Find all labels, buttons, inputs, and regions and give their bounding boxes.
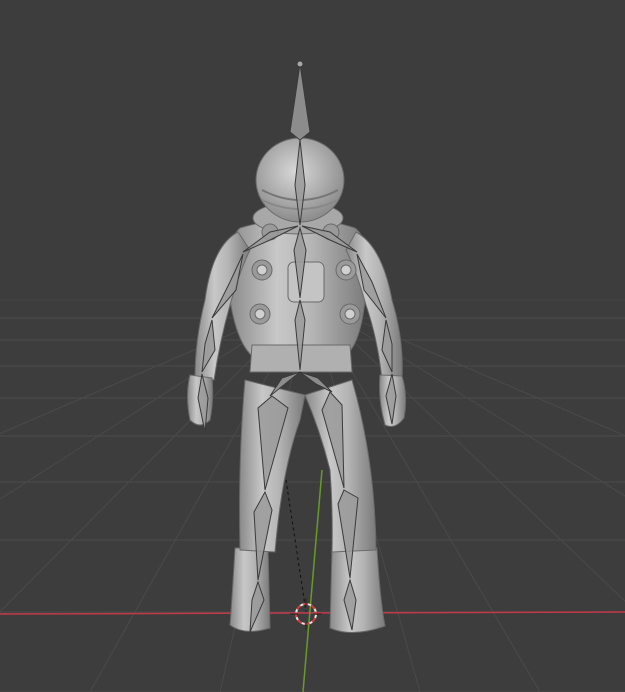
- astronaut-model-icon[interactable]: [187, 137, 407, 633]
- 3d-viewport[interactable]: [0, 0, 625, 692]
- viewport-canvas[interactable]: [0, 0, 625, 692]
- 3d-cursor-icon[interactable]: [290, 598, 322, 630]
- parent-relation-line: [285, 479, 307, 613]
- y-axis-line: [302, 469, 323, 692]
